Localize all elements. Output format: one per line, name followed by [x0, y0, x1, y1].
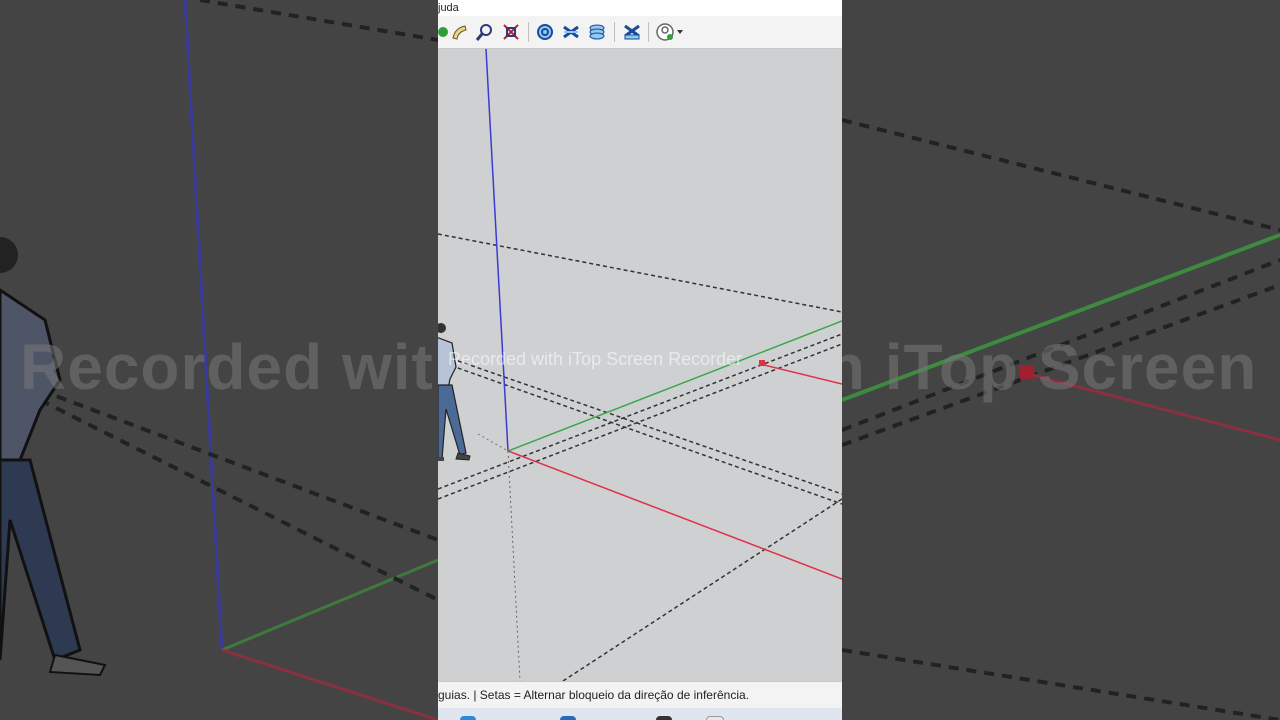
toolbar-separator	[528, 22, 529, 42]
background-watermark-left: Recorded with iTop Screen Recorder	[20, 331, 438, 403]
background-left-panel: Recorded with iTop Screen Recorder	[0, 0, 438, 720]
taskbar-app-icon[interactable]	[560, 716, 576, 720]
taskbar-app-icon[interactable]	[706, 716, 724, 720]
toolbar-separator	[614, 22, 615, 42]
menu-bar: juda	[438, 0, 842, 16]
person-figure	[438, 323, 471, 461]
toolbar	[438, 16, 842, 49]
guide-line	[438, 360, 842, 505]
zoom-icon[interactable]	[474, 21, 496, 43]
section-fill-icon[interactable]	[621, 21, 643, 43]
center-watermark: Recorded with iTop Screen Recorder	[448, 349, 743, 369]
sketchup-window: juda Recorded with iTop Screen Recorder …	[438, 0, 842, 720]
background-watermark-right: Recorded with iTop Screen Recorder	[842, 331, 1280, 403]
dropdown-arrow-icon[interactable]	[674, 21, 686, 43]
user-account-icon[interactable]	[654, 21, 676, 43]
guide-line-short	[477, 433, 509, 452]
background-right-panel: Recorded with iTop Screen Recorder	[842, 0, 1280, 720]
section-plane-icon[interactable]	[534, 21, 556, 43]
section-cut-icon[interactable]	[560, 21, 582, 43]
drawing-viewport[interactable]: Recorded with iTop Screen Recorder	[438, 49, 842, 681]
status-bar: guias. | Setas = Alternar bloqueio da di…	[438, 681, 842, 709]
green-axis	[507, 320, 842, 452]
red-axis-segment	[759, 363, 842, 385]
guide-line	[438, 353, 842, 495]
taskbar-app-icon[interactable]	[460, 716, 476, 720]
toolbar-separator	[648, 22, 649, 42]
blue-axis	[485, 49, 509, 452]
status-text: guias. | Setas = Alternar bloqueio da di…	[438, 688, 749, 702]
menu-help[interactable]: juda	[438, 1, 459, 15]
inference-point-marker	[759, 360, 765, 366]
person-figure-left	[0, 237, 107, 677]
taskbar-app-icon[interactable]	[656, 716, 672, 720]
guide-line-vertical	[507, 450, 521, 681]
taskbar	[438, 708, 842, 720]
red-axis	[507, 450, 842, 580]
zoom-extents-icon[interactable]	[500, 21, 522, 43]
layers-stack-icon[interactable]	[586, 21, 608, 43]
pencil-curve-icon[interactable]	[448, 21, 470, 43]
